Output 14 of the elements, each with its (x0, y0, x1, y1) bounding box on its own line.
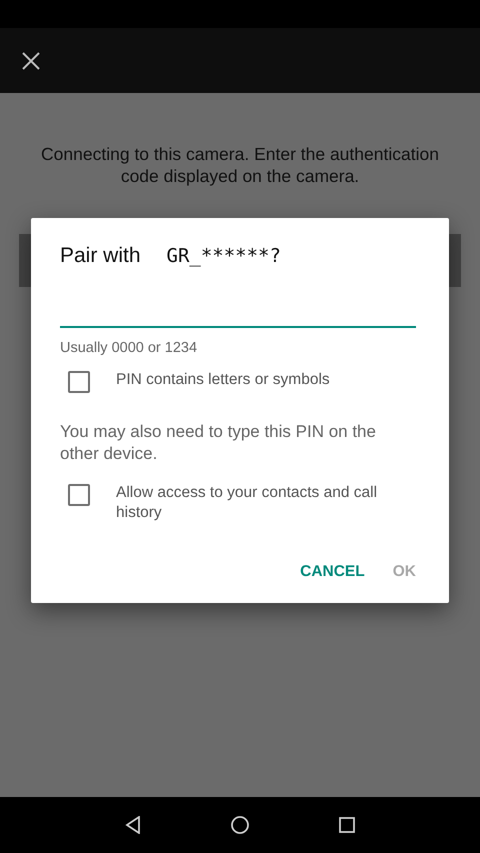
close-icon[interactable] (22, 52, 40, 70)
recents-icon[interactable] (339, 817, 355, 833)
connection-message: Connecting to this camera. Enter the authentication code displayed on the camera. (40, 143, 440, 187)
back-icon[interactable] (125, 816, 141, 834)
checkbox[interactable] (68, 484, 90, 506)
checkbox[interactable] (68, 371, 90, 393)
home-icon[interactable] (231, 816, 249, 834)
dialog-title: Pair with (60, 244, 141, 268)
dialog-button[interactable]: CANCEL (296, 555, 369, 589)
device-name: GR_******? (166, 245, 281, 267)
pin-hint: Usually 0000 or 1234 (60, 340, 198, 356)
pin-note: You may also need to type this PIN on the other device. (60, 421, 377, 465)
checkbox-label[interactable]: PIN contains letters or symbols (116, 370, 406, 390)
checkbox-label[interactable]: Allow access to your contacts and call history (116, 483, 406, 523)
